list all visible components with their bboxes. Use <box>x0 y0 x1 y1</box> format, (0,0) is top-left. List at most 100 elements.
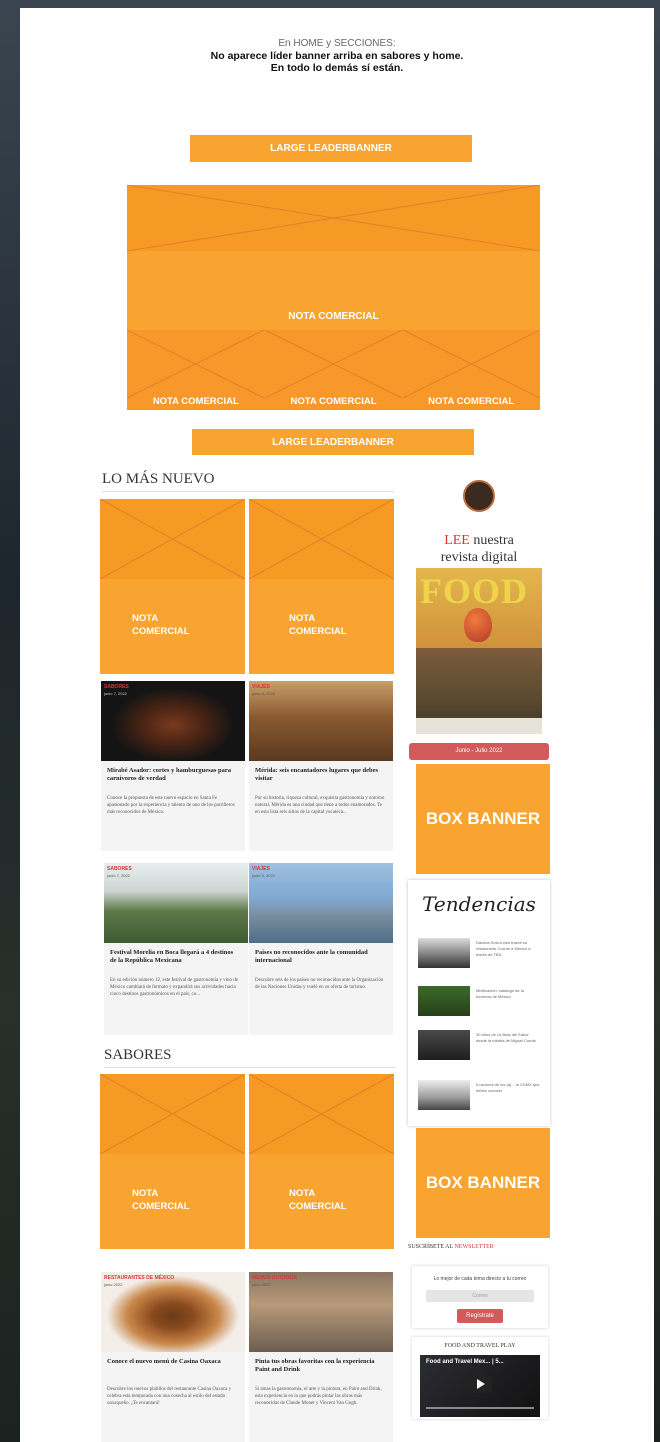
post-date: junio 2022 <box>104 1282 123 1287</box>
post-date: junio 2022 <box>252 1282 271 1287</box>
post-title[interactable]: Pinta tus obras favoritas con la experie… <box>255 1358 385 1374</box>
nota-comercial-card[interactable]: NOTA COMERCIAL <box>249 1074 394 1249</box>
lee-rest: nuestra <box>469 533 514 548</box>
hero-small-label[interactable]: NOTA COMERCIAL <box>127 396 265 410</box>
video-player[interactable]: Food and Travel Mex... | 5... <box>420 1355 540 1417</box>
hero-nota-comercial[interactable]: NOTA COMERCIAL NOTA COMERCIAL NOTA COMER… <box>127 185 540 410</box>
placeholder-x-icon <box>100 1074 245 1155</box>
wireframe-page: En HOME y SECCIONES: No aparece líder ba… <box>20 8 654 1442</box>
tendencias-item[interactable]: Mixlficación: catálogo de la herencia de… <box>418 986 542 1020</box>
box-banner[interactable]: BOX BANNER <box>416 1128 550 1238</box>
post-card[interactable]: VIAJES junio 6, 2022 Mérida: seis encant… <box>249 681 393 851</box>
post-card[interactable]: MENÚS OUTDOOR junio 2022 Pinta tus obras… <box>249 1272 393 1442</box>
post-excerpt: Si amas la gastronomía, el arte y la pin… <box>255 1387 382 1406</box>
placeholder-x-icon <box>127 185 540 252</box>
tendencias-item[interactable]: 30 años de La Bola del Sabor desde la mi… <box>418 1030 542 1064</box>
section-heading-sabores: SABORES <box>104 1047 396 1068</box>
placeholder-x-icon <box>249 499 394 580</box>
placeholder-x-icon <box>249 1074 394 1155</box>
post-image <box>249 1272 393 1352</box>
play-title: FOOD AND TRAVEL PLAY <box>444 1343 516 1349</box>
post-excerpt: Descubre seis de los países no reconocid… <box>255 978 384 990</box>
hero-small-label[interactable]: NOTA COMERCIAL <box>402 396 540 410</box>
large-leaderbanner-top[interactable]: LARGE LEADERBANNER <box>190 135 472 162</box>
newsletter-box: Lo mejor de cada tema directo a tu corre… <box>412 1266 548 1328</box>
post-excerpt: En su edición número 12, este festival d… <box>110 978 239 997</box>
issue-button[interactable]: Junio - Julio 2022 <box>409 743 549 760</box>
tendencias-item[interactable]: Daniela Soto-Innes traerá su restaurante… <box>418 938 542 972</box>
newsletter-heading: SUSCRÍBETE AL NEWSLETTER <box>408 1244 550 1250</box>
video-title: Food and Travel Mex... | 5... <box>426 1359 504 1365</box>
newsletter-text: Lo mejor de cada tema directo a tu corre… <box>433 1276 527 1282</box>
post-category[interactable]: VIAJES <box>252 684 270 690</box>
post-category[interactable]: SABORES <box>107 866 132 872</box>
box-banner[interactable]: BOX BANNER <box>416 764 550 874</box>
lee-revista-heading: LEE nuestra revista digital <box>408 532 550 566</box>
post-excerpt: Por su historia, riqueza cultural, exqui… <box>255 796 385 815</box>
post-title[interactable]: Mirabé Asador: cortes y hamburguesas par… <box>107 767 237 783</box>
post-category[interactable]: RESTAURANTES DE MÉXICO <box>104 1275 174 1281</box>
tendencias-widget: Tendencias Daniela Soto-Innes traerá su … <box>408 880 550 1126</box>
note-line-1: En HOME y SECCIONES: <box>278 38 396 49</box>
post-title[interactable]: Países no reconocidos ante la comunidad … <box>255 949 385 965</box>
card-image-placeholder <box>249 499 394 580</box>
lee-word: LEE <box>444 533 470 548</box>
card-image-placeholder <box>100 1074 245 1155</box>
nota-comercial-card[interactable]: NOTA COMERCIAL <box>100 499 245 674</box>
post-card[interactable]: VIAJES junio 3, 2022 Países no reconocid… <box>249 863 393 1035</box>
hero-image-placeholder <box>127 185 540 252</box>
nota-comercial-card[interactable]: NOTA COMERCIAL <box>249 499 394 674</box>
card-image-placeholder <box>100 499 245 580</box>
tendencias-text: Mixlficación: catálogo de la herencia de… <box>476 988 524 999</box>
magazine-cover[interactable]: FOOD <box>416 568 542 734</box>
nota-comercial-card[interactable]: NOTA COMERCIAL <box>100 1074 245 1249</box>
post-category[interactable]: MENÚS OUTDOOR <box>252 1275 297 1281</box>
post-title[interactable]: Festival Morelia en Boca llegará a 4 des… <box>110 949 240 965</box>
post-date: junio 7, 2022 <box>104 691 127 696</box>
post-title[interactable]: Conoce el nuevo menú de Casina Oaxaca <box>107 1358 237 1366</box>
tendencias-item[interactable]: 5 razones de los (a)... la CDMX que debe… <box>418 1080 542 1114</box>
hero-small-label[interactable]: NOTA COMERCIAL <box>265 396 403 410</box>
play-icon[interactable] <box>468 1375 492 1393</box>
newsletter-heading-a: SUSCRÍBETE AL <box>408 1244 455 1250</box>
post-card[interactable]: SABORES junio 7, 2022 Mirabé Asador: cor… <box>101 681 245 851</box>
card-label: NOTA COMERCIAL <box>289 1188 347 1212</box>
post-image <box>101 1272 245 1352</box>
cover-title: FOOD <box>420 571 528 611</box>
magazine-logo <box>463 480 495 512</box>
post-category[interactable]: SABORES <box>104 684 129 690</box>
note-line-3: En todo lo demás sí están. <box>270 62 404 74</box>
post-date: junio 7, 2022 <box>107 873 130 878</box>
note-line-2: No aparece líder banner arriba en sabore… <box>210 50 464 62</box>
placeholder-x-icon <box>100 499 245 580</box>
large-leaderbanner-mid[interactable]: LARGE LEADERBANNER <box>192 429 474 455</box>
post-card[interactable]: SABORES junio 7, 2022 Festival Morelia e… <box>104 863 248 1035</box>
tendencias-thumb <box>418 1030 470 1060</box>
tendencias-thumb <box>418 1080 470 1110</box>
cover-strip <box>416 718 542 734</box>
post-date: junio 3, 2022 <box>252 873 275 878</box>
video-progress-bar[interactable] <box>426 1407 534 1409</box>
video-widget: FOOD AND TRAVEL PLAY Food and Travel Mex… <box>412 1337 548 1419</box>
lee-line2: revista digital <box>440 550 518 565</box>
card-label: NOTA COMERCIAL <box>132 613 190 637</box>
tendencias-thumb <box>418 986 470 1016</box>
tendencias-text: Daniela Soto-Innes traerá su restaurante… <box>476 940 531 957</box>
post-title[interactable]: Mérida: seis encantadores lugares que de… <box>255 767 385 783</box>
tendencias-text: 30 años de La Bola del Sabor desde la mi… <box>476 1032 536 1043</box>
post-card[interactable]: RESTAURANTES DE MÉXICO junio 2022 Conoce… <box>101 1272 245 1442</box>
tendencias-title: Tendencias <box>422 892 536 916</box>
tendencias-text: 5 razones de los (a)... la CDMX que debe… <box>476 1082 540 1093</box>
post-category[interactable]: VIAJES <box>252 866 270 872</box>
balloon-icon <box>464 608 492 642</box>
card-image-placeholder <box>249 1074 394 1155</box>
post-excerpt: Descubre los nuevos platillos del restau… <box>107 1387 232 1406</box>
tendencias-thumb <box>418 938 470 968</box>
post-excerpt: Conoce la propuesta de este nuevo espaci… <box>107 796 235 815</box>
hero-small-labels: NOTA COMERCIAL NOTA COMERCIAL NOTA COMER… <box>127 396 540 410</box>
newsletter-heading-b: NEWSLETTER <box>454 1244 494 1250</box>
email-field[interactable]: Correo <box>426 1290 534 1302</box>
section-heading-lo-mas-nuevo: LO MÁS NUEVO <box>102 471 394 492</box>
card-label: NOTA COMERCIAL <box>289 613 347 637</box>
register-button[interactable]: Regístrate <box>457 1309 503 1323</box>
